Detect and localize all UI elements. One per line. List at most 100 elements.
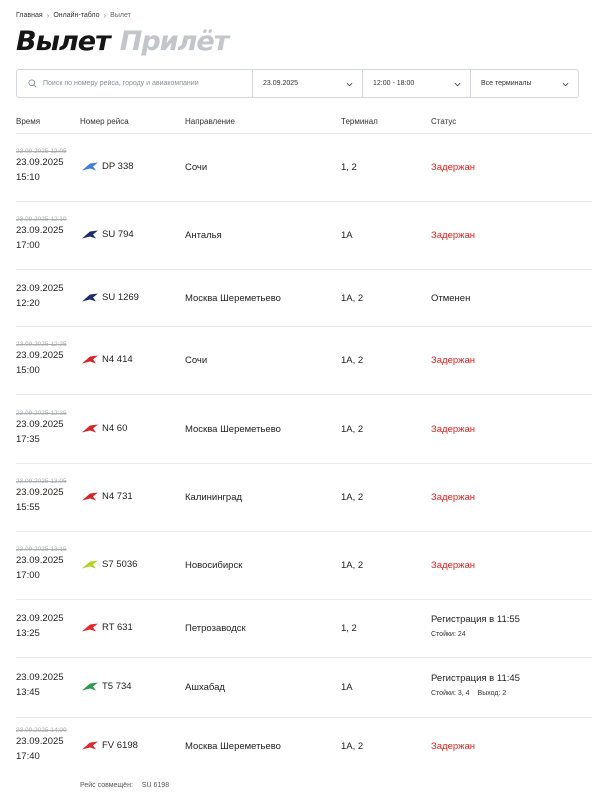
flight-number[interactable]: N4 731	[81, 491, 133, 502]
nordstar-logo-icon	[81, 622, 102, 633]
scheduled-time: 23.09.2025 13:05	[16, 478, 67, 485]
table-row[interactable]: 23.09.2025 13:45 T5 734 Ашхабад 1A Регистраци…	[0, 658, 592, 718]
terminal-select[interactable]: Все терминалы	[470, 70, 578, 97]
terminal-select-value: Все терминалы	[481, 80, 532, 87]
departure-date: 23.09.2025	[16, 487, 64, 498]
table-row[interactable]: 23.09.2025 13:25 RT 631 Петрозаводск 1, 2 Рег…	[0, 600, 592, 658]
status: Задержан	[431, 741, 476, 752]
departure-clock: 15:10	[16, 172, 40, 183]
flight-number[interactable]: SU 794	[81, 229, 134, 240]
check-in-details: Стойки: 3, 4 Выход: 2	[431, 690, 506, 697]
flight-number-label: RT 631	[102, 622, 133, 633]
flight-number[interactable]: N4 414	[81, 354, 133, 365]
departure-time: 23.09.2025 17:00	[16, 223, 64, 253]
scheduled-time: 23.09.2025 12:25	[16, 341, 67, 348]
search-input[interactable]	[43, 80, 243, 87]
destination: Калининград	[185, 492, 243, 503]
board-mode-tabs: Вылет Прилёт	[16, 26, 230, 58]
departure-time: 23.09.2025 13:25	[16, 611, 64, 641]
codeshare-label: Рейс совмещён:	[80, 782, 133, 789]
flight-number[interactable]: N4 60	[81, 423, 127, 434]
departure-date: 23.09.2025	[16, 157, 64, 168]
codeshare-note: Рейс совмещён: SU 6198	[80, 782, 169, 789]
flight-number[interactable]: S7 5036	[81, 559, 137, 570]
turkmenistan-logo-icon	[81, 681, 102, 692]
date-select-value: 23.09.2025	[263, 80, 299, 87]
breadcrumb-online-board[interactable]: Онлайн-табло	[53, 12, 99, 19]
table-row[interactable]: 23.09.2025 12:05 23.09.2025 15:10 DP 338 Соч…	[0, 134, 592, 202]
status: Задержан	[431, 424, 476, 435]
flight-number-label: N4 414	[102, 354, 133, 365]
chevron-down-icon	[454, 82, 461, 87]
status: Задержан	[431, 355, 476, 366]
scheduled-time: 23.09.2025 14:00	[16, 727, 67, 734]
departure-date: 23.09.2025	[16, 225, 64, 236]
flight-number[interactable]: FV 6198	[81, 740, 138, 751]
flight-number-label: T5 734	[102, 681, 132, 692]
table-row[interactable]: 23.09.2025 12:10 23.09.2025 17:00 SU 794 Ант…	[0, 202, 592, 270]
departure-clock: 17:35	[16, 434, 40, 445]
flight-number[interactable]: T5 734	[81, 681, 132, 692]
table-row[interactable]: 23.09.2025 12:20 SU 1269 Москва Шереметьево…	[0, 270, 592, 327]
terminal: 1, 2	[341, 162, 357, 173]
tab-arrivals[interactable]: Прилёт	[120, 26, 230, 58]
status: Регистрация в 11:45	[431, 673, 520, 684]
scheduled-time: 23.09.2025 12:35	[16, 410, 67, 417]
rossiya-logo-icon	[81, 740, 102, 751]
flight-number[interactable]: RT 631	[81, 622, 133, 633]
status: Отменен	[431, 293, 471, 304]
search-field[interactable]	[17, 70, 252, 97]
tab-departures[interactable]: Вылет	[16, 26, 111, 58]
pobeda-logo-icon	[81, 161, 102, 172]
terminal: 1A, 2	[341, 293, 364, 304]
departure-time: 23.09.2025 12:20	[16, 281, 64, 311]
date-select[interactable]: 23.09.2025	[252, 70, 362, 97]
check-in-details: Стойки: 24	[431, 631, 466, 638]
nordwind-logo-icon	[81, 423, 102, 434]
departure-date: 23.09.2025	[16, 736, 64, 747]
departure-clock: 17:40	[16, 751, 40, 762]
column-header-direction: Направление	[185, 117, 235, 126]
departure-clock: 13:25	[16, 628, 40, 639]
flight-number[interactable]: SU 1269	[81, 292, 139, 303]
destination: Москва Шереметьево	[185, 293, 281, 304]
table-row[interactable]: 23.09.2025 13:05 23.09.2025 15:55 N4 731 Кал…	[0, 464, 592, 532]
table-row[interactable]: 23.09.2025 12:35 23.09.2025 17:35 N4 60 Моск…	[0, 395, 592, 464]
destination: Петрозаводск	[185, 623, 246, 634]
search-icon	[28, 79, 37, 88]
flight-number-label: SU 794	[102, 229, 134, 240]
s7-logo-icon	[81, 559, 102, 570]
scheduled-time: 23.09.2025 12:10	[16, 216, 67, 223]
departure-time: 23.09.2025 13:45	[16, 670, 64, 700]
destination: Москва Шереметьево	[185, 741, 281, 752]
departure-date: 23.09.2025	[16, 555, 64, 566]
departure-date: 23.09.2025	[16, 350, 64, 361]
table-row[interactable]: 23.09.2025 13:15 23.09.2025 17:00 S7 5036 Но…	[0, 532, 592, 600]
destination: Анталья	[185, 230, 222, 241]
breadcrumb-home[interactable]: Главная	[16, 12, 43, 19]
flight-number-label: N4 60	[102, 423, 128, 434]
status: Задержан	[431, 560, 476, 571]
column-header-status: Статус	[431, 117, 457, 126]
departure-time: 23.09.2025 15:10	[16, 155, 64, 185]
departure-clock: 15:00	[16, 365, 40, 376]
flight-number-label: N4 731	[102, 491, 133, 502]
terminal: 1A, 2	[341, 741, 364, 752]
time-range-value: 12:00 - 18:00	[373, 80, 415, 87]
destination: Сочи	[185, 355, 208, 366]
breadcrumb-separator-icon: ›	[46, 11, 50, 20]
filter-bar: 23.09.2025 12:00 - 18:00 Все терминалы	[16, 69, 579, 98]
terminal: 1A	[341, 230, 353, 241]
table-row[interactable]: 23.09.2025 14:00 23.09.2025 17:40 FV 6198 Мо…	[0, 718, 592, 776]
departure-time: 23.09.2025 17:35	[16, 417, 64, 447]
codeshare-flight[interactable]: SU 6198	[142, 782, 169, 789]
table-row[interactable]: 23.09.2025 12:25 23.09.2025 15:00 N4 414 Соч…	[0, 327, 592, 395]
flight-number-label: S7 5036	[102, 559, 138, 570]
time-range-select[interactable]: 12:00 - 18:00	[362, 70, 470, 97]
scheduled-time: 23.09.2025 12:05	[16, 148, 67, 155]
flight-number[interactable]: DP 338	[81, 161, 134, 172]
departure-time: 23.09.2025 15:00	[16, 348, 64, 378]
departure-clock: 13:45	[16, 687, 40, 698]
departure-clock: 17:00	[16, 570, 40, 581]
status: Задержан	[431, 492, 476, 503]
